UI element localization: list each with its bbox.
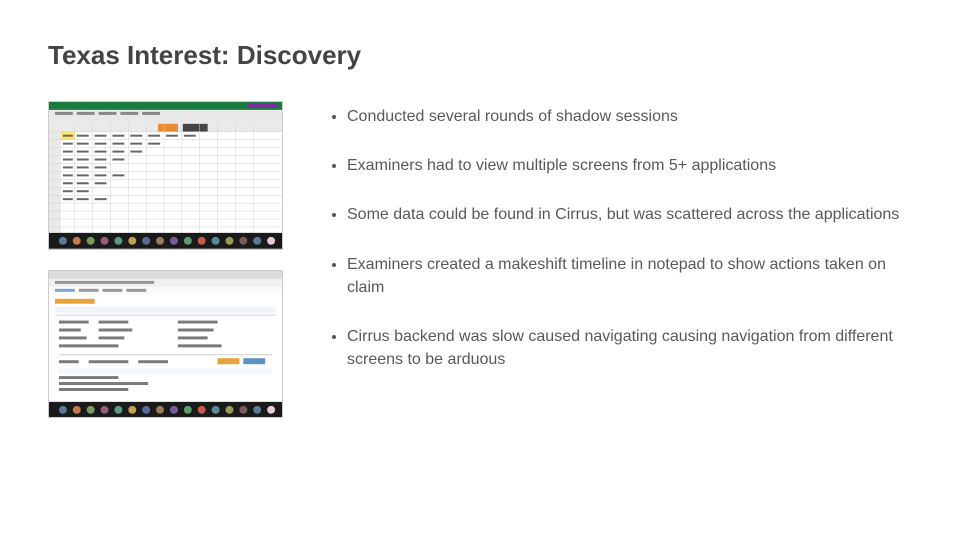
bullet-item: Examiners created a makeshift timeline i…: [347, 253, 912, 299]
thumbnail-excel: [48, 101, 283, 250]
bullet-list: Conducted several rounds of shadow sessi…: [323, 105, 912, 371]
excel-spreadsheet-icon: [49, 102, 282, 249]
bullet-column: Conducted several rounds of shadow sessi…: [323, 101, 912, 418]
slide: Texas Interest: Discovery: [0, 0, 960, 540]
bullet-item: Examiners had to view multiple screens f…: [347, 154, 912, 177]
thumbnail-column: [48, 101, 283, 418]
cirrus-webapp-icon: [49, 271, 282, 418]
thumbnail-cirrus: [48, 270, 283, 419]
bullet-item: Cirrus backend was slow caused navigatin…: [347, 325, 912, 371]
slide-title: Texas Interest: Discovery: [48, 40, 912, 71]
bullet-item: Some data could be found in Cirrus, but …: [347, 203, 912, 226]
slide-content: Conducted several rounds of shadow sessi…: [48, 101, 912, 418]
bullet-item: Conducted several rounds of shadow sessi…: [347, 105, 912, 128]
